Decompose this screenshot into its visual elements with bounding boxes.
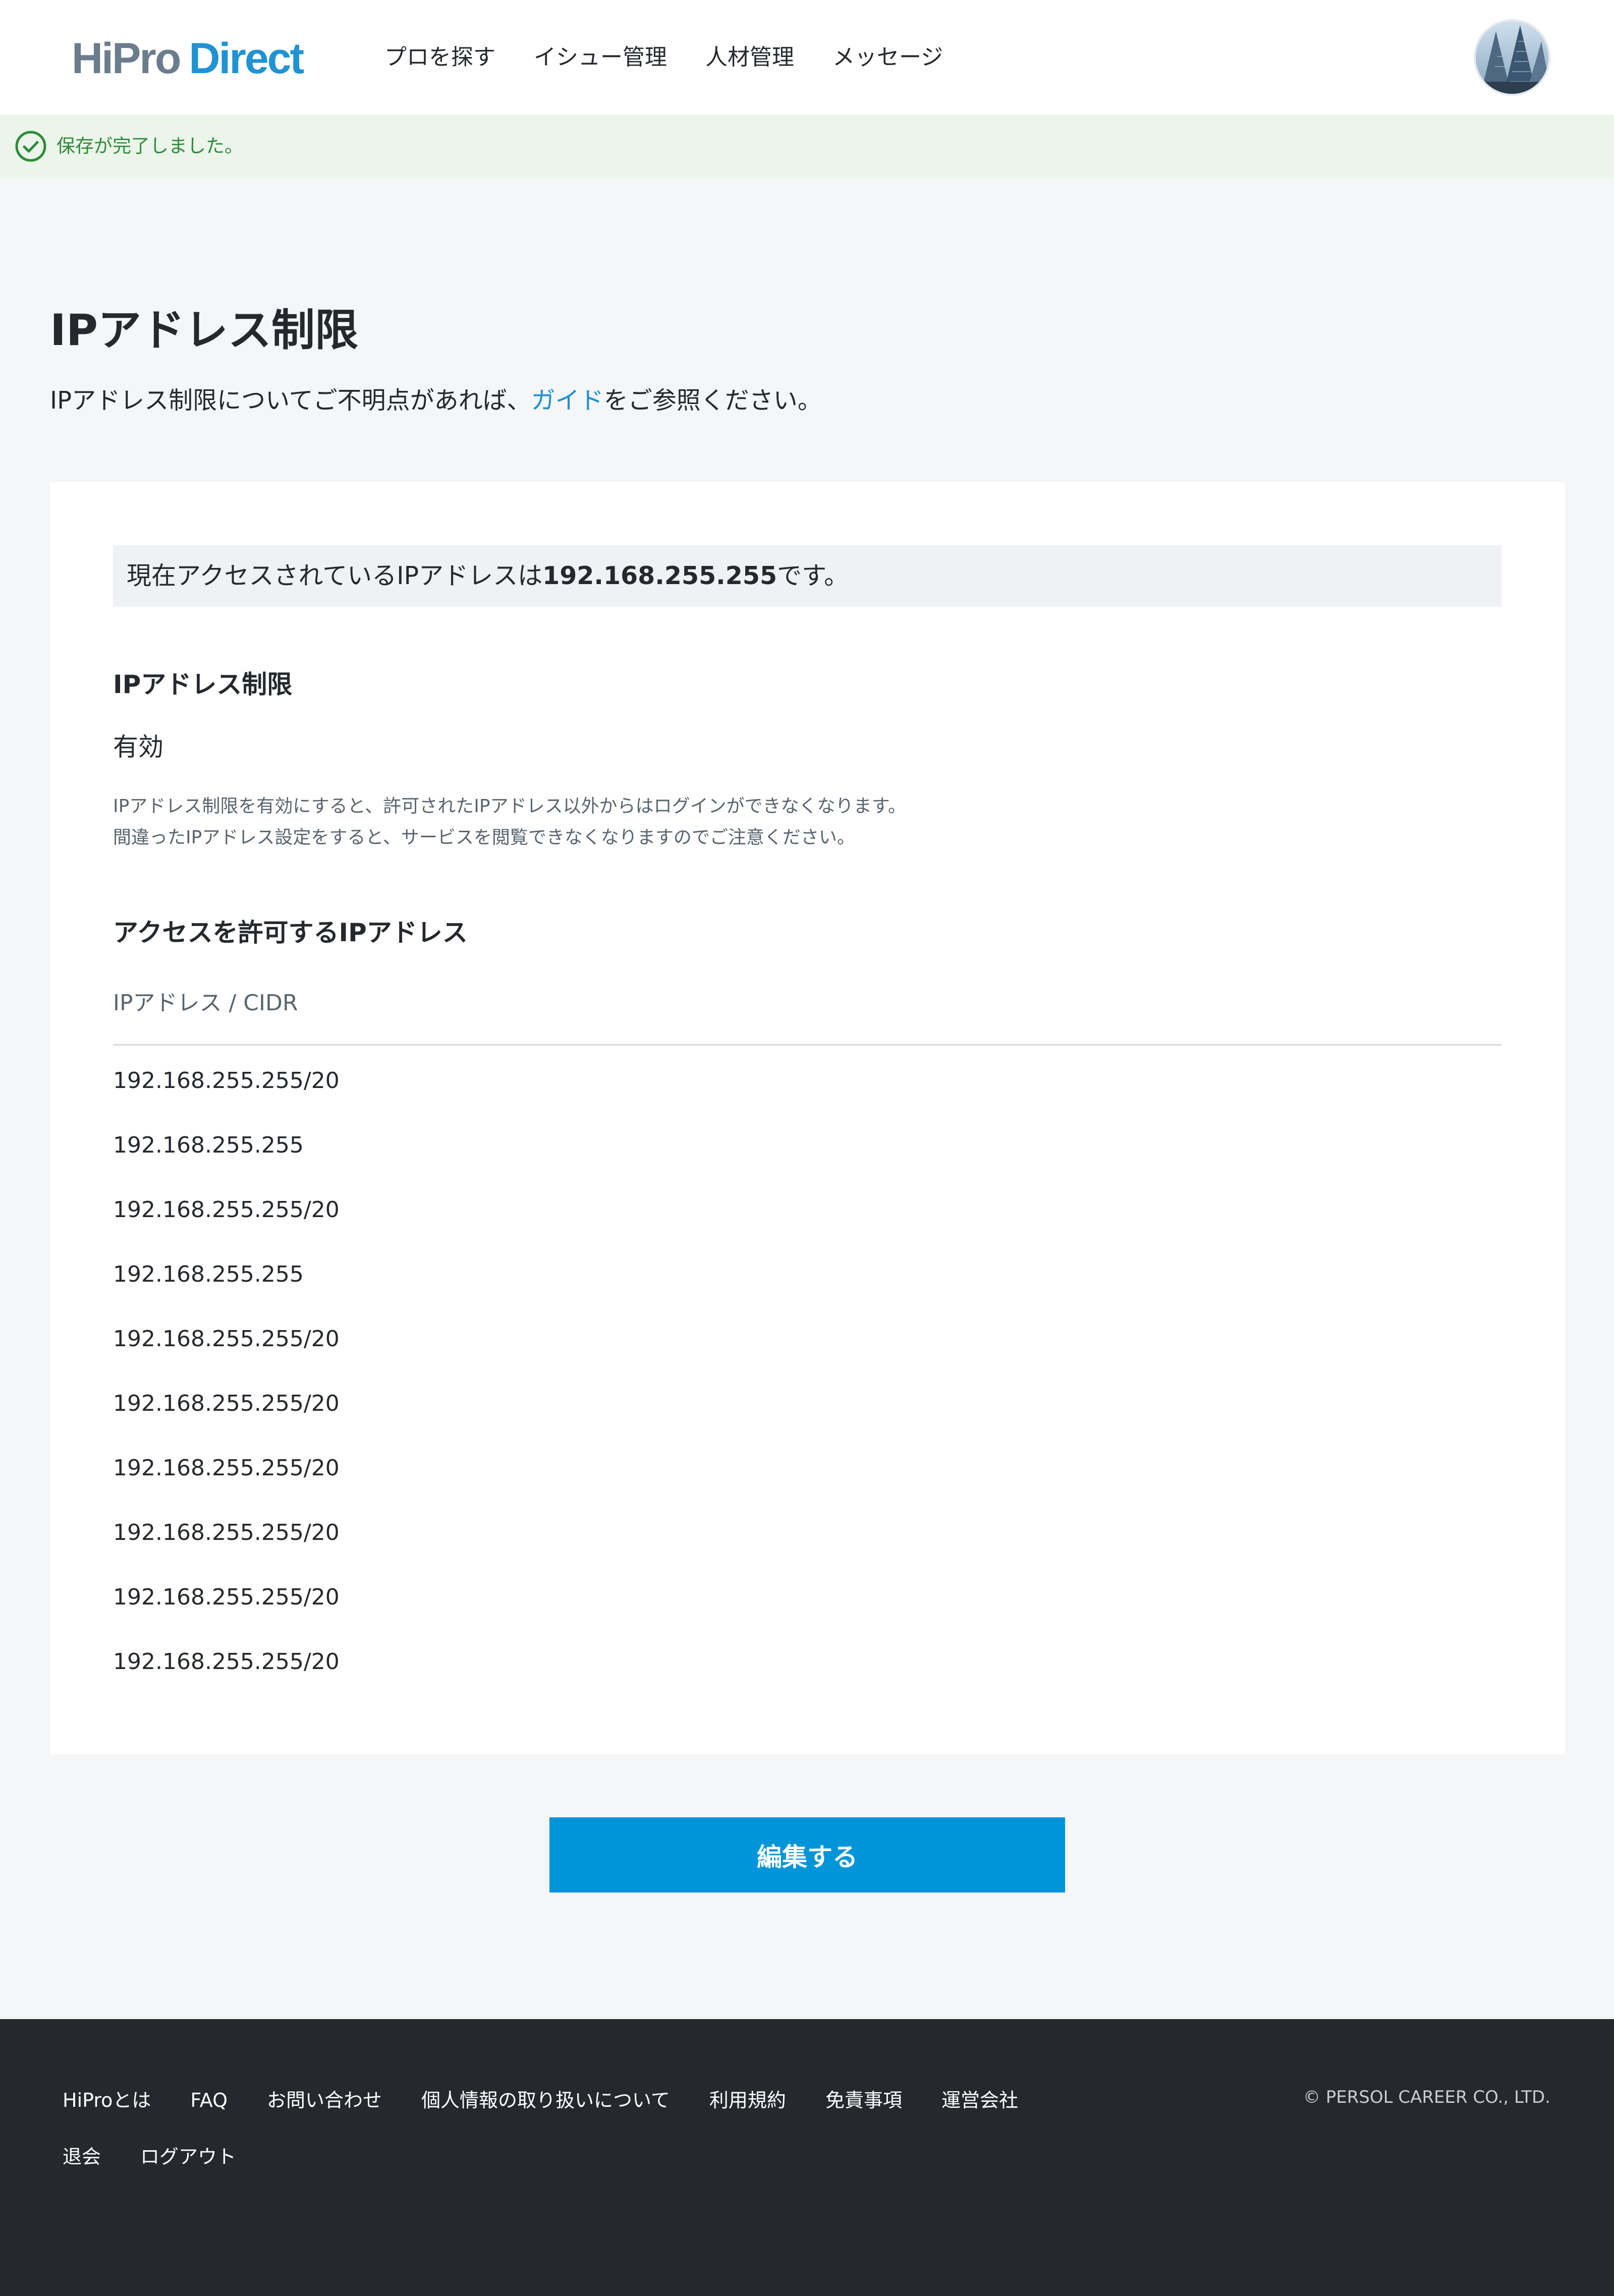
- footer-links-row-1: HiProとは FAQ お問い合わせ 個人情報の取り扱いについて 利用規約 免責…: [63, 2085, 1058, 2115]
- main-nav: プロを探す イシュー管理 人材管理 メッセージ: [384, 41, 981, 74]
- footer-link-logout[interactable]: ログアウト: [140, 2142, 236, 2172]
- current-ip-value: 192.168.255.255: [542, 561, 777, 590]
- alert-message: 保存が完了しました。: [57, 135, 243, 157]
- ip-settings-card: 現在アクセスされているIPアドレスは192.168.255.255です。 IPア…: [50, 482, 1565, 1754]
- ip-list-item: 192.168.255.255/20: [113, 1649, 340, 1675]
- footer-link-contact[interactable]: お問い合わせ: [267, 2085, 382, 2115]
- logo-hipro-text: HiPro: [72, 34, 181, 83]
- restriction-note-2: 間違ったIPアドレス設定をすると、サービスを閲覧できなくなりますのでご注意くださ…: [113, 827, 855, 848]
- footer-links-row-2: 退会 ログアウト: [63, 2142, 275, 2172]
- ip-list-item: 192.168.255.255/20: [113, 1455, 340, 1481]
- allowed-ip-list: 192.168.255.255/20 192.168.255.255 192.1…: [113, 1064, 340, 1710]
- guide-link[interactable]: ガイド: [531, 386, 604, 415]
- restriction-note-1: IPアドレス制限を有効にすると、許可されたIPアドレス以外からはログインができな…: [113, 796, 906, 817]
- site-footer: HiProとは FAQ お問い合わせ 個人情報の取り扱いについて 利用規約 免責…: [0, 2019, 1614, 2296]
- desc-after: をご参照ください。: [603, 386, 822, 415]
- avatar-image: [1476, 21, 1548, 94]
- current-ip-suffix: です。: [777, 561, 849, 590]
- site-header: HiPro Direct プロを探す イシュー管理 人材管理 メッセージ: [0, 0, 1614, 114]
- restriction-heading: IPアドレス制限: [113, 670, 293, 699]
- footer-link-withdraw[interactable]: 退会: [63, 2142, 101, 2172]
- nav-talent-management[interactable]: 人材管理: [705, 41, 794, 74]
- allowed-ip-heading: アクセスを許可するIPアドレス: [113, 918, 468, 947]
- ip-list-item: 192.168.255.255/20: [113, 1068, 340, 1094]
- page-title: IPアドレス制限: [50, 305, 359, 356]
- success-alert: 保存が完了しました。: [0, 114, 1614, 178]
- restriction-status: 有効: [113, 732, 163, 762]
- logo-direct-text: Direct: [189, 34, 304, 83]
- nav-issue-management[interactable]: イシュー管理: [534, 41, 667, 74]
- nav-find-pro[interactable]: プロを探す: [384, 41, 495, 74]
- ip-column-header: IPアドレス / CIDR: [113, 990, 298, 1016]
- page-description: IPアドレス制限についてご不明点があれば、ガイドをご参照ください。: [50, 381, 822, 420]
- footer-link-company[interactable]: 運営会社: [941, 2085, 1018, 2115]
- current-ip-banner: 現在アクセスされているIPアドレスは192.168.255.255です。: [113, 545, 1501, 607]
- footer-link-privacy[interactable]: 個人情報の取り扱いについて: [421, 2085, 670, 2115]
- check-circle-icon: [15, 131, 46, 162]
- desc-before: IPアドレス制限についてご不明点があれば、: [50, 386, 531, 415]
- footer-link-terms[interactable]: 利用規約: [709, 2085, 786, 2115]
- hipro-direct-logo[interactable]: HiPro Direct: [72, 33, 304, 84]
- footer-link-faq[interactable]: FAQ: [190, 2085, 228, 2115]
- current-ip-prefix: 現在アクセスされているIPアドレスは: [127, 561, 543, 590]
- ip-list-item: 192.168.255.255/20: [113, 1197, 340, 1223]
- ip-list-item: 192.168.255.255: [113, 1132, 304, 1158]
- copyright: © PERSOL CAREER CO., LTD.: [1303, 2087, 1550, 2107]
- ip-list-item: 192.168.255.255: [113, 1261, 304, 1287]
- footer-link-disclaimer[interactable]: 免責事項: [825, 2085, 902, 2115]
- nav-messages[interactable]: メッセージ: [832, 41, 943, 74]
- edit-button[interactable]: 編集する: [549, 1817, 1065, 1892]
- divider: [113, 1044, 1501, 1046]
- footer-link-about[interactable]: HiProとは: [63, 2085, 151, 2115]
- ip-list-item: 192.168.255.255/20: [113, 1520, 340, 1545]
- ip-list-item: 192.168.255.255/20: [113, 1326, 340, 1352]
- avatar[interactable]: [1474, 19, 1550, 96]
- ip-list-item: 192.168.255.255/20: [113, 1584, 340, 1610]
- ip-list-item: 192.168.255.255/20: [113, 1391, 340, 1416]
